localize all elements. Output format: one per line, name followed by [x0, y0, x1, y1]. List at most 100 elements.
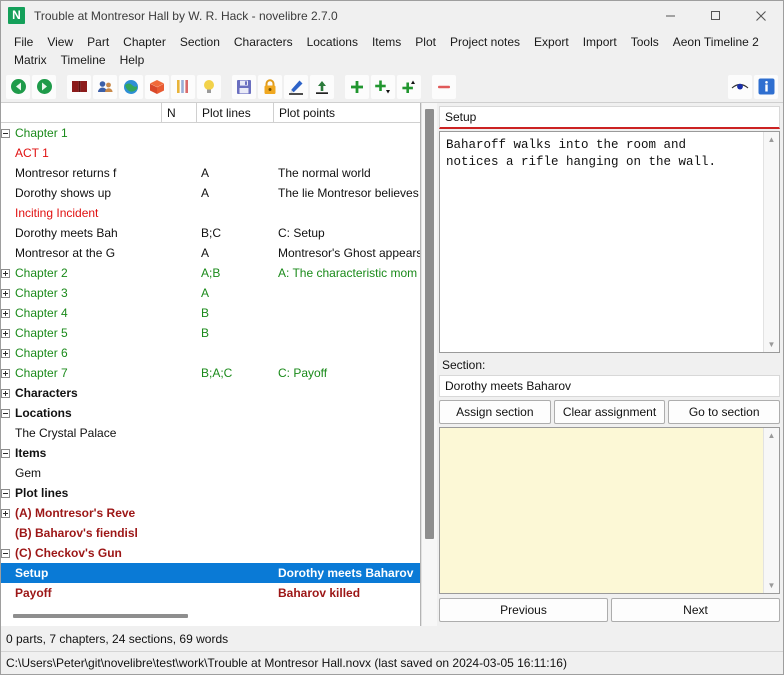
remove-icon[interactable]	[432, 74, 456, 99]
collapse-icon[interactable]	[1, 548, 10, 558]
tree-row[interactable]: Montresor at the G A Montresor's Ghost app…	[1, 243, 420, 263]
tree-row[interactable]: Dorothy meets Bah B;C C: Setup	[1, 223, 420, 243]
project-notes-bulb-icon[interactable]	[197, 74, 221, 99]
description-text[interactable]: Baharoff walks into the room and notices…	[440, 132, 763, 352]
tree-row-title[interactable]: Locations	[1, 406, 161, 420]
minimize-button[interactable]	[648, 1, 693, 30]
menu-help[interactable]: Help	[113, 51, 152, 69]
tree-row[interactable]: Locations	[1, 403, 420, 423]
expand-icon[interactable]	[1, 328, 10, 338]
tree-column-n[interactable]: N	[161, 103, 196, 122]
expand-icon[interactable]	[1, 388, 10, 398]
element-title[interactable]: Setup	[439, 106, 780, 129]
tree-row[interactable]: Chapter 3 A	[1, 283, 420, 303]
description-scroll-up-icon[interactable]: ▲	[764, 132, 779, 147]
tree-row-title[interactable]: Characters	[1, 386, 161, 400]
tree-row[interactable]: Chapter 6	[1, 343, 420, 363]
description-scroll-down-icon[interactable]: ▼	[764, 337, 779, 352]
menu-tools[interactable]: Tools	[624, 33, 666, 51]
assign-section-button[interactable]: Assign section	[439, 400, 551, 424]
tree-row[interactable]: Chapter 2 A;B A: The characteristic mom	[1, 263, 420, 283]
go-to-section-button[interactable]: Go to section	[668, 400, 781, 424]
tree-row-title[interactable]: The Crystal Palace	[1, 426, 161, 440]
lock-icon[interactable]	[258, 74, 282, 99]
tree-row-title[interactable]: (A) Montresor's Reve	[1, 506, 161, 520]
save-icon[interactable]	[232, 74, 256, 99]
add-icon[interactable]	[345, 74, 369, 99]
clear-assignment-button[interactable]: Clear assignment	[553, 400, 666, 424]
items-box-icon[interactable]	[145, 74, 169, 99]
tree-hscroll-thumb[interactable]	[13, 614, 188, 618]
maximize-button[interactable]	[693, 1, 738, 30]
notes-scrollbar[interactable]: ▲ ▼	[763, 428, 779, 593]
description-field[interactable]: Baharoff walks into the room and notices…	[439, 131, 780, 353]
tree-row[interactable]: Setup Dorothy meets Baharov	[1, 563, 420, 583]
tree-row-title[interactable]: Setup	[1, 566, 161, 580]
tree-horizontal-scrollbar[interactable]	[1, 610, 420, 626]
tree-row[interactable]: Characters	[1, 383, 420, 403]
menu-file[interactable]: File	[7, 33, 40, 51]
info-icon[interactable]	[754, 74, 778, 99]
tree-vscroll-thumb[interactable]	[425, 109, 434, 539]
tree-row-title[interactable]: Inciting Incident	[1, 206, 161, 220]
menu-chapter[interactable]: Chapter	[116, 33, 173, 51]
export-up-icon[interactable]	[310, 74, 334, 99]
locations-globe-icon[interactable]	[119, 74, 143, 99]
menu-project-notes[interactable]: Project notes	[443, 33, 527, 51]
tree-row[interactable]: (B) Baharov's fiendisl	[1, 523, 420, 543]
menu-timeline[interactable]: Timeline	[54, 51, 113, 69]
tree-row-title[interactable]: Chapter 5	[1, 326, 161, 340]
expand-icon[interactable]	[1, 308, 10, 318]
tree-vertical-scrollbar[interactable]	[421, 103, 437, 626]
tree-row-title[interactable]: ACT 1	[1, 146, 161, 160]
tree-row[interactable]: Dorothy shows up A The lie Montresor belie…	[1, 183, 420, 203]
menu-aeon-timeline-2[interactable]: Aeon Timeline 2	[666, 33, 766, 51]
add-parent-icon[interactable]	[397, 74, 421, 99]
tree-row[interactable]: Plot lines	[1, 483, 420, 503]
menu-matrix[interactable]: Matrix	[7, 51, 54, 69]
tree-row-title[interactable]: Dorothy meets Bah	[1, 226, 161, 240]
collapse-icon[interactable]	[1, 408, 10, 418]
menu-characters[interactable]: Characters	[227, 33, 300, 51]
expand-icon[interactable]	[1, 508, 10, 518]
tree-row[interactable]: Chapter 1	[1, 123, 420, 143]
tree-row-title[interactable]: Dorothy shows up	[1, 186, 161, 200]
book-icon[interactable]	[67, 74, 91, 99]
tree-row[interactable]: The Crystal Palace	[1, 423, 420, 443]
plotlines-icon[interactable]	[171, 74, 195, 99]
notes-scroll-up-icon[interactable]: ▲	[764, 428, 779, 443]
tree-row-title[interactable]: Chapter 4	[1, 306, 161, 320]
tree-row[interactable]: Inciting Incident	[1, 203, 420, 223]
tree-row[interactable]: (A) Montresor's Reve	[1, 503, 420, 523]
tree-row-title[interactable]: Payoff	[1, 586, 161, 600]
tree-row-title[interactable]: Chapter 3	[1, 286, 161, 300]
tree-row-title[interactable]: (B) Baharov's fiendisl	[1, 526, 161, 540]
notes-field[interactable]: ▲ ▼	[439, 427, 780, 594]
tree-row[interactable]: Chapter 4 B	[1, 303, 420, 323]
tree-row-title[interactable]: Chapter 7	[1, 366, 161, 380]
menu-export[interactable]: Export	[527, 33, 576, 51]
next-button[interactable]: Next	[611, 598, 780, 622]
go-forward-button[interactable]	[32, 74, 56, 99]
expand-icon[interactable]	[1, 288, 10, 298]
menu-import[interactable]: Import	[576, 33, 624, 51]
tree-row[interactable]: Payoff Baharov killed	[1, 583, 420, 603]
close-button[interactable]	[738, 1, 783, 30]
tree-row[interactable]: Gem	[1, 463, 420, 483]
notes-scroll-down-icon[interactable]: ▼	[764, 578, 779, 593]
characters-icon[interactable]	[93, 74, 117, 99]
tree-row-title[interactable]: Chapter 6	[1, 346, 161, 360]
tree-row[interactable]: (C) Checkov's Gun	[1, 543, 420, 563]
tree-row[interactable]: Montresor returns f A The normal world	[1, 163, 420, 183]
tree-row-title[interactable]: Plot lines	[1, 486, 161, 500]
collapse-icon[interactable]	[1, 488, 10, 498]
tree-row[interactable]: Chapter 5 B	[1, 323, 420, 343]
menu-view[interactable]: View	[40, 33, 80, 51]
tree-row-title[interactable]: (C) Checkov's Gun	[1, 546, 161, 560]
tree-column-title[interactable]	[1, 103, 161, 122]
tree-row-title[interactable]: Montresor returns f	[1, 166, 161, 180]
expand-icon[interactable]	[1, 348, 10, 358]
expand-icon[interactable]	[1, 268, 10, 278]
description-scrollbar[interactable]: ▲ ▼	[763, 132, 779, 352]
tree-row[interactable]: ACT 1	[1, 143, 420, 163]
